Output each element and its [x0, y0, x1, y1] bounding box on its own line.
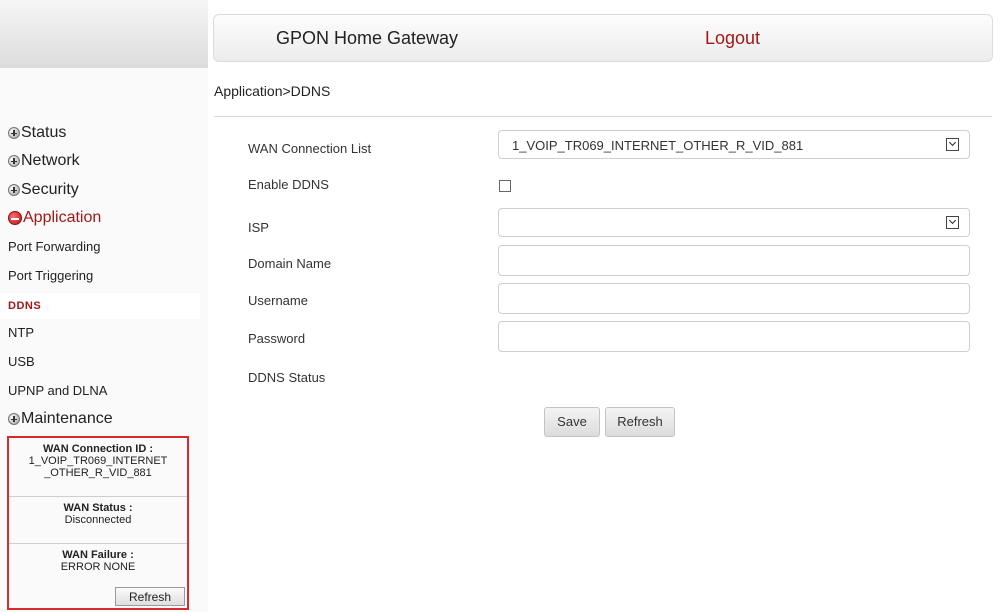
- enable-ddns-label: Enable DDNS: [248, 177, 329, 192]
- wan-connection-select[interactable]: 1_VOIP_TR069_INTERNET_OTHER_R_VID_881: [498, 130, 970, 159]
- sidebar-item-usb[interactable]: USB: [8, 354, 208, 369]
- chevron-down-icon: [946, 216, 959, 229]
- menu-label: Network: [21, 152, 80, 169]
- top-header: GPON Home Gateway Logout: [213, 14, 993, 62]
- app-title: GPON Home Gateway: [276, 28, 459, 48]
- status-refresh-button[interactable]: Refresh: [115, 587, 185, 606]
- content-divider: [214, 116, 992, 117]
- breadcrumb: Application>DDNS: [214, 83, 331, 99]
- collapse-icon: [8, 211, 22, 225]
- sidebar-item-port-forwarding[interactable]: Port Forwarding: [8, 239, 208, 254]
- menu-security[interactable]: Security: [8, 181, 79, 199]
- menu-status[interactable]: Status: [8, 124, 66, 142]
- enable-ddns-checkbox[interactable]: [499, 180, 511, 192]
- isp-select[interactable]: [498, 208, 970, 237]
- save-button[interactable]: Save: [544, 407, 600, 437]
- wan-connection-list-label: WAN Connection List: [248, 141, 372, 156]
- password-label: Password: [248, 331, 306, 346]
- domain-name-label: Domain Name: [248, 256, 332, 271]
- separator: [9, 543, 187, 544]
- wan-status-label: WAN Status :: [63, 502, 133, 514]
- wan-failure-value: ERROR NONE: [60, 561, 136, 573]
- sidebar-item-ntp[interactable]: NTP: [8, 325, 208, 340]
- logout-link[interactable]: Logout: [705, 28, 760, 49]
- wan-failure: WAN Failure : ERROR NONE: [9, 549, 187, 573]
- isp-label: ISP: [248, 220, 269, 235]
- menu-label: Maintenance: [21, 410, 113, 427]
- expand-icon: [8, 184, 20, 196]
- wan-status-box: WAN Connection ID : 1_VOIP_TR069_INTERNE…: [7, 436, 189, 610]
- wan-status: WAN Status : Disconnected: [9, 502, 187, 526]
- wan-id-label: WAN Connection ID :: [43, 443, 153, 455]
- wan-connection-id: WAN Connection ID : 1_VOIP_TR069_INTERNE…: [9, 443, 187, 479]
- menu-label: Application: [23, 209, 102, 226]
- menu-label: Security: [21, 181, 79, 198]
- password-input[interactable]: [498, 321, 970, 352]
- chevron-down-icon: [946, 138, 959, 151]
- expand-icon: [8, 127, 20, 139]
- sidebar-item-upnp-dlna[interactable]: UPNP and DLNA: [8, 383, 208, 398]
- sidebar-item-port-triggering[interactable]: Port Triggering: [8, 268, 208, 283]
- menu-application[interactable]: Application: [8, 209, 101, 227]
- wan-id-line2: _OTHER_R_VID_881: [44, 467, 152, 479]
- username-input[interactable]: [498, 283, 970, 314]
- separator: [9, 496, 187, 497]
- sidebar-header: [0, 0, 208, 68]
- domain-name-input[interactable]: [498, 245, 970, 276]
- menu-network[interactable]: Network: [8, 152, 80, 170]
- expand-icon: [8, 155, 20, 167]
- wan-status-value: Disconnected: [64, 514, 132, 526]
- wan-failure-label: WAN Failure :: [62, 549, 134, 561]
- ddns-status-label: DDNS Status: [248, 370, 326, 385]
- username-label: Username: [248, 293, 308, 308]
- refresh-button[interactable]: Refresh: [605, 407, 675, 437]
- expand-icon: [8, 413, 20, 425]
- menu-maintenance[interactable]: Maintenance: [8, 410, 113, 428]
- sidebar-item-ddns[interactable]: DDNS: [0, 293, 200, 319]
- wan-id-line1: 1_VOIP_TR069_INTERNET: [28, 455, 168, 467]
- wan-connection-value: 1_VOIP_TR069_INTERNET_OTHER_R_VID_881: [512, 138, 804, 153]
- menu-label: Status: [21, 124, 67, 141]
